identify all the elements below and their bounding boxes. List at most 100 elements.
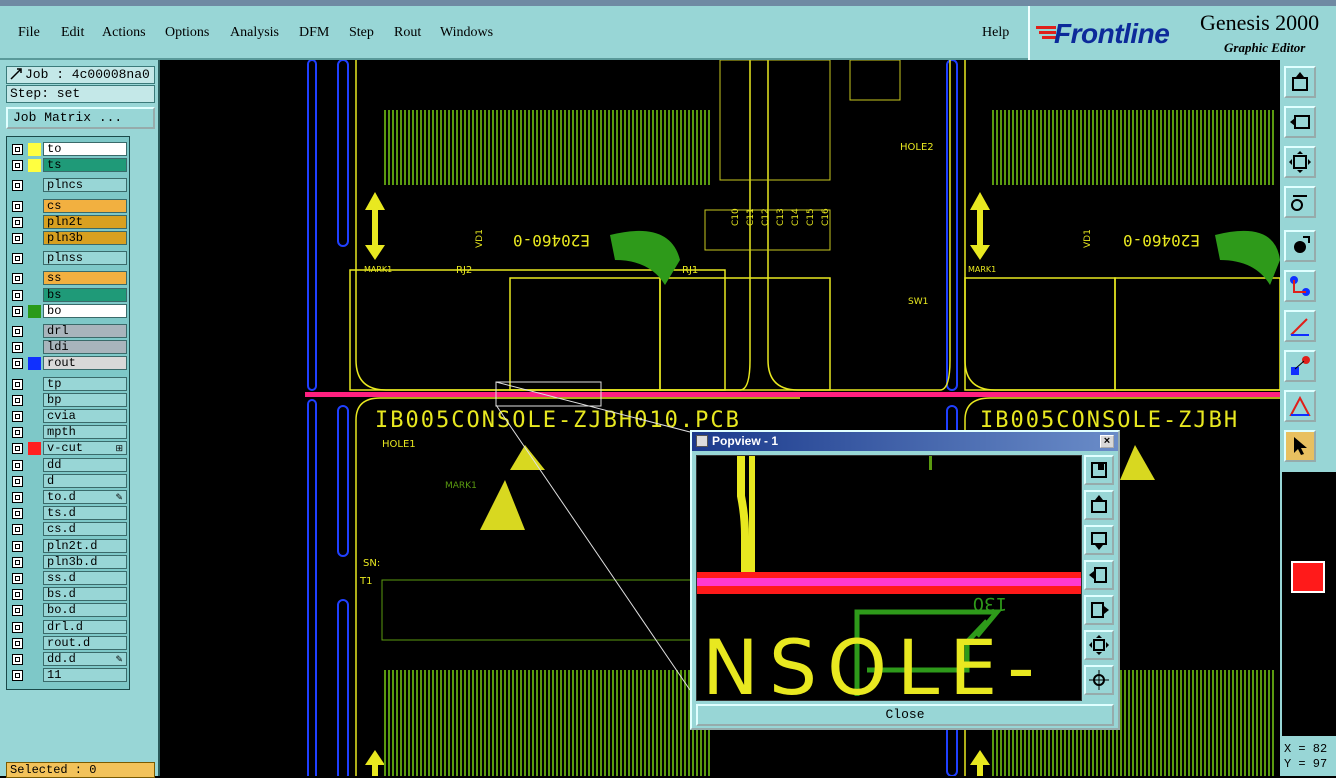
layer-name[interactable]: pln3b [43,231,127,245]
popview-fit-icon[interactable] [1084,630,1114,660]
triangle-tool[interactable] [1284,390,1316,422]
layer-row[interactable]: bs.d [10,587,128,602]
layer-color-swatch[interactable] [28,289,41,302]
layer-color-swatch[interactable] [28,540,41,553]
layer-color-swatch[interactable] [28,426,41,439]
layer-color-swatch[interactable] [28,604,41,617]
layer-name[interactable]: bp [43,392,127,407]
layer-row[interactable]: pln2t.d [10,538,128,554]
layer-checkbox[interactable] [12,459,23,471]
layer-row[interactable]: dd.d ✎ [10,652,128,667]
layer-color-swatch[interactable] [28,341,41,354]
layer-row[interactable]: cvia [10,409,128,424]
layer-name[interactable]: ts [43,158,127,173]
menu-options[interactable]: Options [165,25,209,41]
menu-dfm[interactable]: DFM [299,25,329,41]
layer-checkbox[interactable] [12,524,23,536]
layer-checkbox[interactable] [12,200,23,212]
layer-row[interactable]: bo [10,303,128,319]
layer-checkbox[interactable] [12,305,23,317]
layer-name[interactable]: plncs [43,178,127,193]
layer-color-swatch[interactable] [28,394,41,407]
layer-checkbox[interactable] [12,289,23,301]
layer-color-swatch[interactable] [28,232,41,245]
menu-help[interactable]: Help [982,25,1009,41]
layer-name[interactable]: bo [43,303,127,318]
layer-row[interactable]: bo.d [10,603,128,618]
layer-color-swatch[interactable] [28,459,41,472]
layer-name[interactable]: bs [43,287,127,302]
layer-checkbox[interactable] [12,670,23,682]
layer-color-swatch[interactable] [28,572,41,585]
net-tool[interactable] [1284,270,1316,302]
layer-row[interactable]: dd [10,457,128,473]
layer-name[interactable]: cs.d [43,522,127,537]
menu-windows[interactable]: Windows [440,25,493,41]
layer-row[interactable]: ts [10,158,128,173]
layer-name[interactable]: tp [43,376,127,391]
layer-name[interactable]: bo.d [43,603,127,618]
popview-titlebar[interactable]: Popview - 1 × [692,432,1118,451]
layer-row[interactable]: bs [10,287,128,303]
layer-color-swatch[interactable] [28,507,41,520]
layer-checkbox[interactable] [12,621,23,633]
layer-row[interactable]: rout [10,356,128,371]
layer-color-swatch[interactable] [28,637,41,650]
popview-up-icon[interactable] [1084,490,1114,520]
layer-color-swatch[interactable] [28,523,41,536]
layer-row[interactable]: bp [10,392,128,408]
job-matrix-button[interactable]: Job Matrix ... [6,107,155,129]
layer-row[interactable]: pln3b [10,231,128,246]
layer-row[interactable]: to.d ✎ [10,490,128,505]
layer-checkbox[interactable] [12,589,23,601]
layer-color-swatch[interactable] [28,216,41,229]
layer-color-swatch[interactable] [28,200,41,213]
layer-checkbox[interactable] [12,273,23,285]
pan-tool[interactable] [1284,106,1316,138]
layer-name[interactable]: v-cut ⊞ [43,441,127,456]
layer-color-swatch[interactable] [28,588,41,601]
layer-color-swatch[interactable] [28,159,41,173]
layer-row[interactable]: to [10,142,128,157]
layer-checkbox[interactable] [12,475,23,487]
layer-name[interactable]: cs [43,198,127,213]
layer-checkbox[interactable] [12,540,23,552]
layer-color-swatch[interactable] [28,410,41,423]
measure-tool[interactable] [1284,186,1316,218]
popview-center-icon[interactable] [1084,665,1114,695]
menu-step[interactable]: Step [349,25,374,41]
layer-checkbox[interactable] [12,573,23,584]
layer-row[interactable]: plncs [10,178,128,193]
layer-color-swatch[interactable] [28,252,41,265]
layer-checkbox[interactable] [12,326,23,337]
layer-row[interactable]: ldi [10,340,128,355]
layer-color-swatch[interactable] [28,621,41,634]
menu-rout[interactable]: Rout [394,25,421,41]
popview-close-button[interactable]: Close [696,704,1114,726]
layer-name[interactable]: to [43,142,127,156]
layer-checkbox[interactable] [12,637,23,649]
layer-row[interactable]: 11 [10,668,128,683]
layer-checkbox[interactable] [12,233,23,244]
layer-checkbox[interactable] [12,411,23,422]
layer-name[interactable]: pln2t [43,214,127,229]
menu-analysis[interactable]: Analysis [230,25,279,41]
layer-color-swatch[interactable] [28,378,41,391]
layer-name[interactable]: ts.d [43,506,127,521]
layer-checkbox[interactable] [12,342,23,354]
popview-zoom-icon[interactable] [1084,455,1114,485]
layer-row[interactable]: mpth [10,425,128,440]
step-field[interactable]: Step: set [6,85,155,103]
layer-checkbox[interactable] [12,144,23,155]
layer-color-swatch[interactable] [28,357,41,371]
layer-name[interactable]: cvia [43,409,127,423]
layer-checkbox[interactable] [12,556,23,568]
layer-name[interactable]: pln2t.d [43,538,127,553]
layer-checkbox[interactable] [12,605,23,617]
window-menu-icon[interactable] [696,435,708,447]
layer-checkbox[interactable] [12,654,23,665]
layer-color-swatch[interactable] [28,475,41,488]
layer-row[interactable]: cs.d [10,522,128,537]
layer-checkbox[interactable] [12,394,23,406]
menu-actions[interactable]: Actions [102,25,146,41]
